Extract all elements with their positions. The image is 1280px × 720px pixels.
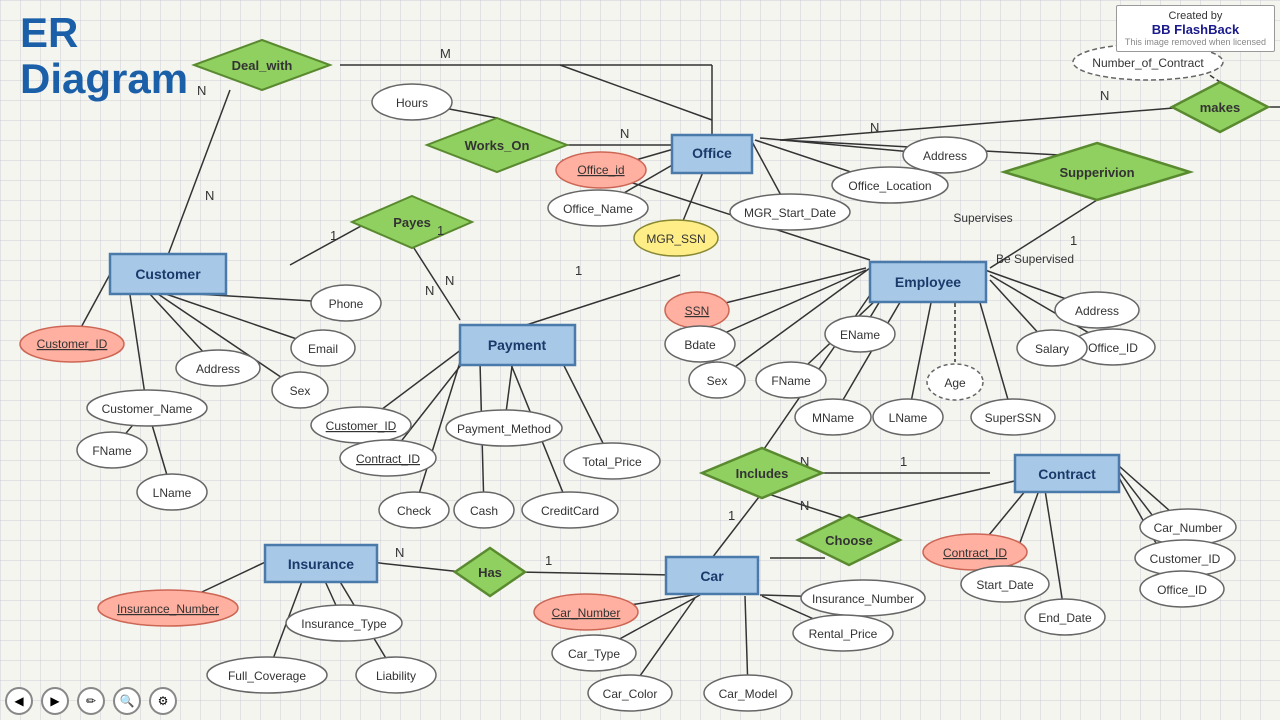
watermark-company: BB FlashBack <box>1125 22 1266 37</box>
svg-text:Supperivion: Supperivion <box>1059 165 1134 180</box>
navigation-bar: ◀ ▶ ✏ 🔍 ⚙ <box>5 687 177 715</box>
svg-text:Contract: Contract <box>1038 466 1096 482</box>
svg-text:Customer: Customer <box>135 266 201 282</box>
svg-text:Salary: Salary <box>1035 342 1069 356</box>
svg-text:1: 1 <box>545 553 552 568</box>
svg-text:Sex: Sex <box>707 374 728 388</box>
svg-text:Includes: Includes <box>736 466 789 481</box>
svg-text:N: N <box>870 120 879 135</box>
svg-text:LName: LName <box>889 411 928 425</box>
svg-text:Start_Date: Start_Date <box>976 578 1034 592</box>
svg-text:MGR_SSN: MGR_SSN <box>646 232 705 246</box>
nav-settings-button[interactable]: ⚙ <box>149 687 177 715</box>
svg-text:N: N <box>800 498 809 513</box>
svg-text:Car: Car <box>700 568 724 584</box>
nav-play-button[interactable]: ▶ <box>41 687 69 715</box>
svg-text:Payes: Payes <box>393 215 431 230</box>
svg-text:N: N <box>197 83 206 98</box>
svg-text:Address: Address <box>196 362 240 376</box>
svg-text:Address: Address <box>1075 304 1119 318</box>
svg-text:Contract_ID: Contract_ID <box>943 546 1007 560</box>
svg-text:LName: LName <box>153 486 192 500</box>
svg-text:Email: Email <box>308 342 338 356</box>
svg-text:Number_of_Contract: Number_of_Contract <box>1092 56 1204 70</box>
svg-text:Customer_Name: Customer_Name <box>102 402 193 416</box>
svg-text:Office_Location: Office_Location <box>848 179 931 193</box>
svg-text:Office_Name: Office_Name <box>563 202 633 216</box>
nav-prev-button[interactable]: ◀ <box>5 687 33 715</box>
svg-text:MGR_Start_Date: MGR_Start_Date <box>744 206 836 220</box>
svg-text:Customer_ID: Customer_ID <box>1150 552 1221 566</box>
svg-text:1: 1 <box>437 223 444 238</box>
watermark-note: This image removed when licensed <box>1125 37 1266 47</box>
svg-text:Customer_ID: Customer_ID <box>326 419 397 433</box>
svg-text:Has: Has <box>478 565 502 580</box>
svg-text:End_Date: End_Date <box>1038 611 1092 625</box>
svg-text:Insurance: Insurance <box>288 556 354 572</box>
svg-text:MName: MName <box>812 411 854 425</box>
svg-text:Sex: Sex <box>290 384 311 398</box>
svg-text:N: N <box>425 283 434 298</box>
svg-text:1: 1 <box>330 228 337 243</box>
svg-text:Insurance_Number: Insurance_Number <box>812 592 914 606</box>
svg-text:Insurance_Number: Insurance_Number <box>117 602 219 616</box>
svg-text:Insurance_Type: Insurance_Type <box>301 617 387 631</box>
svg-text:Full_Coverage: Full_Coverage <box>228 669 306 683</box>
svg-text:SuperSSN: SuperSSN <box>985 411 1042 425</box>
watermark-label: Created by <box>1125 10 1266 22</box>
title-diagram: Diagram <box>20 56 188 102</box>
svg-text:N: N <box>445 273 454 288</box>
nav-zoom-button[interactable]: 🔍 <box>113 687 141 715</box>
svg-text:Office: Office <box>692 145 732 161</box>
svg-text:M: M <box>440 46 451 61</box>
nav-edit-button[interactable]: ✏ <box>77 687 105 715</box>
svg-text:Deal_with: Deal_with <box>232 58 293 73</box>
svg-text:CreditCard: CreditCard <box>541 504 599 518</box>
svg-text:Be Supervised: Be Supervised <box>996 252 1074 266</box>
svg-text:Liability: Liability <box>376 669 416 683</box>
svg-text:Payment_Method: Payment_Method <box>457 422 551 436</box>
svg-text:1: 1 <box>900 454 907 469</box>
svg-text:Car_Number: Car_Number <box>552 606 621 620</box>
svg-text:Phone: Phone <box>329 297 364 311</box>
title-er: ER <box>20 10 188 56</box>
svg-text:Supervises: Supervises <box>953 211 1012 225</box>
svg-text:1: 1 <box>728 508 735 523</box>
svg-text:makes: makes <box>1200 100 1240 115</box>
svg-text:Check: Check <box>397 504 432 518</box>
svg-text:Address: Address <box>923 149 967 163</box>
svg-text:N: N <box>620 126 629 141</box>
svg-text:Choose: Choose <box>825 533 873 548</box>
svg-text:Bdate: Bdate <box>684 338 716 352</box>
watermark: Created by BB FlashBack This image remov… <box>1116 5 1275 52</box>
svg-text:Car_Model: Car_Model <box>719 687 778 701</box>
svg-text:FName: FName <box>92 444 132 458</box>
svg-text:Customer_ID: Customer_ID <box>37 337 108 351</box>
svg-text:Total_Price: Total_Price <box>582 455 642 469</box>
svg-text:Rental_Price: Rental_Price <box>809 627 878 641</box>
svg-text:Hours: Hours <box>396 96 428 110</box>
svg-text:Works_On: Works_On <box>465 138 530 153</box>
svg-text:N: N <box>800 454 809 469</box>
svg-text:N: N <box>1100 88 1109 103</box>
svg-text:Cash: Cash <box>470 504 498 518</box>
svg-text:Office_id: Office_id <box>577 163 624 177</box>
svg-text:Age: Age <box>944 376 966 390</box>
svg-text:Car_Number: Car_Number <box>1154 521 1223 535</box>
svg-text:1: 1 <box>575 263 582 278</box>
svg-text:1: 1 <box>1070 233 1077 248</box>
svg-text:SSN: SSN <box>685 304 710 318</box>
svg-text:Payment: Payment <box>488 337 547 353</box>
svg-text:N: N <box>205 188 214 203</box>
svg-text:FName: FName <box>771 374 811 388</box>
svg-text:Employee: Employee <box>895 274 961 290</box>
svg-text:Office_ID: Office_ID <box>1157 583 1207 597</box>
title-container: ER Diagram <box>20 10 188 102</box>
svg-text:Contract_ID: Contract_ID <box>356 452 420 466</box>
svg-text:EName: EName <box>840 328 880 342</box>
svg-text:Car_Type: Car_Type <box>568 647 620 661</box>
svg-text:N: N <box>395 545 404 560</box>
svg-text:Car_Color: Car_Color <box>603 687 658 701</box>
svg-text:Office_ID: Office_ID <box>1088 341 1138 355</box>
